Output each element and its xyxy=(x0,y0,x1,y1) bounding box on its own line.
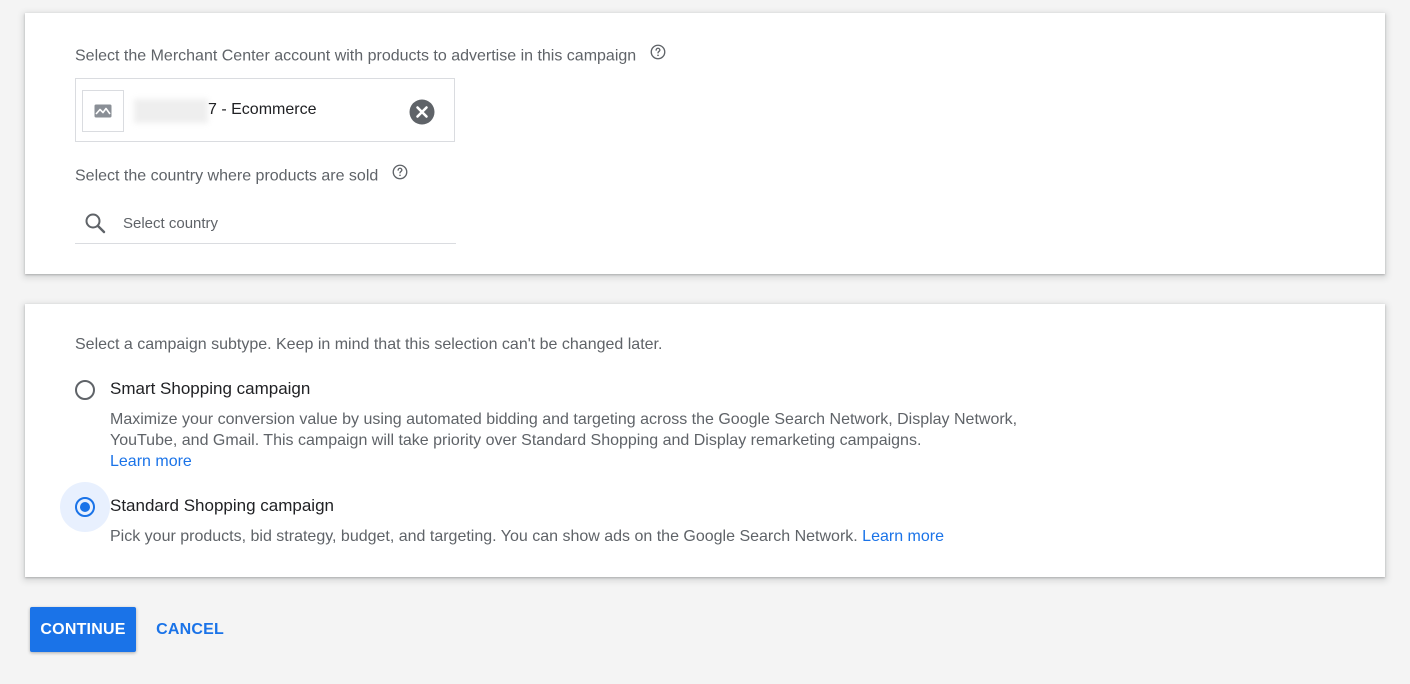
smart-shopping-description-text: Maximize your conversion value by using … xyxy=(110,411,1018,449)
smart-shopping-title[interactable]: Smart Shopping campaign xyxy=(110,379,310,399)
merchant-account-name: 7 - Ecommerce xyxy=(208,101,317,118)
smart-shopping-radio[interactable] xyxy=(60,365,110,415)
help-circle-icon[interactable] xyxy=(649,43,667,66)
country-search-field[interactable] xyxy=(75,203,456,244)
standard-shopping-learn-more-link[interactable]: Learn more xyxy=(862,528,944,545)
continue-button[interactable]: CONTINUE xyxy=(30,607,136,652)
radio-unchecked-icon xyxy=(75,380,95,400)
standard-shopping-description-text: Pick your products, bid strategy, budget… xyxy=(110,528,858,545)
radio-checked-icon xyxy=(75,497,95,517)
image-placeholder-icon xyxy=(82,90,124,132)
merchant-account-card: Select the Merchant Center account with … xyxy=(25,13,1385,274)
standard-shopping-radio[interactable] xyxy=(60,482,110,532)
campaign-subtype-label: Select a campaign subtype. Keep in mind … xyxy=(75,336,663,353)
merchant-account-label: Select the Merchant Center account with … xyxy=(75,47,637,65)
country-label: Select the country where products are so… xyxy=(75,167,379,185)
redacted-account-id xyxy=(134,99,208,123)
smart-shopping-description: Maximize your conversion value by using … xyxy=(110,409,1080,472)
smart-shopping-learn-more-link[interactable]: Learn more xyxy=(110,453,192,470)
merchant-account-label-row: Select the Merchant Center account with … xyxy=(75,43,667,68)
country-search-input[interactable] xyxy=(123,208,443,238)
selected-merchant-account[interactable]: 7 - Ecommerce xyxy=(75,78,455,142)
search-icon xyxy=(83,211,107,240)
clear-account-button[interactable] xyxy=(409,99,435,125)
cancel-button[interactable]: CANCEL xyxy=(145,607,235,652)
campaign-subtype-card: Select a campaign subtype. Keep in mind … xyxy=(25,304,1385,577)
clear-circle-icon xyxy=(409,99,435,125)
standard-shopping-title[interactable]: Standard Shopping campaign xyxy=(110,496,334,516)
help-circle-icon[interactable] xyxy=(391,163,409,186)
country-label-row: Select the country where products are so… xyxy=(75,163,409,188)
standard-shopping-description: Pick your products, bid strategy, budget… xyxy=(110,526,1310,547)
